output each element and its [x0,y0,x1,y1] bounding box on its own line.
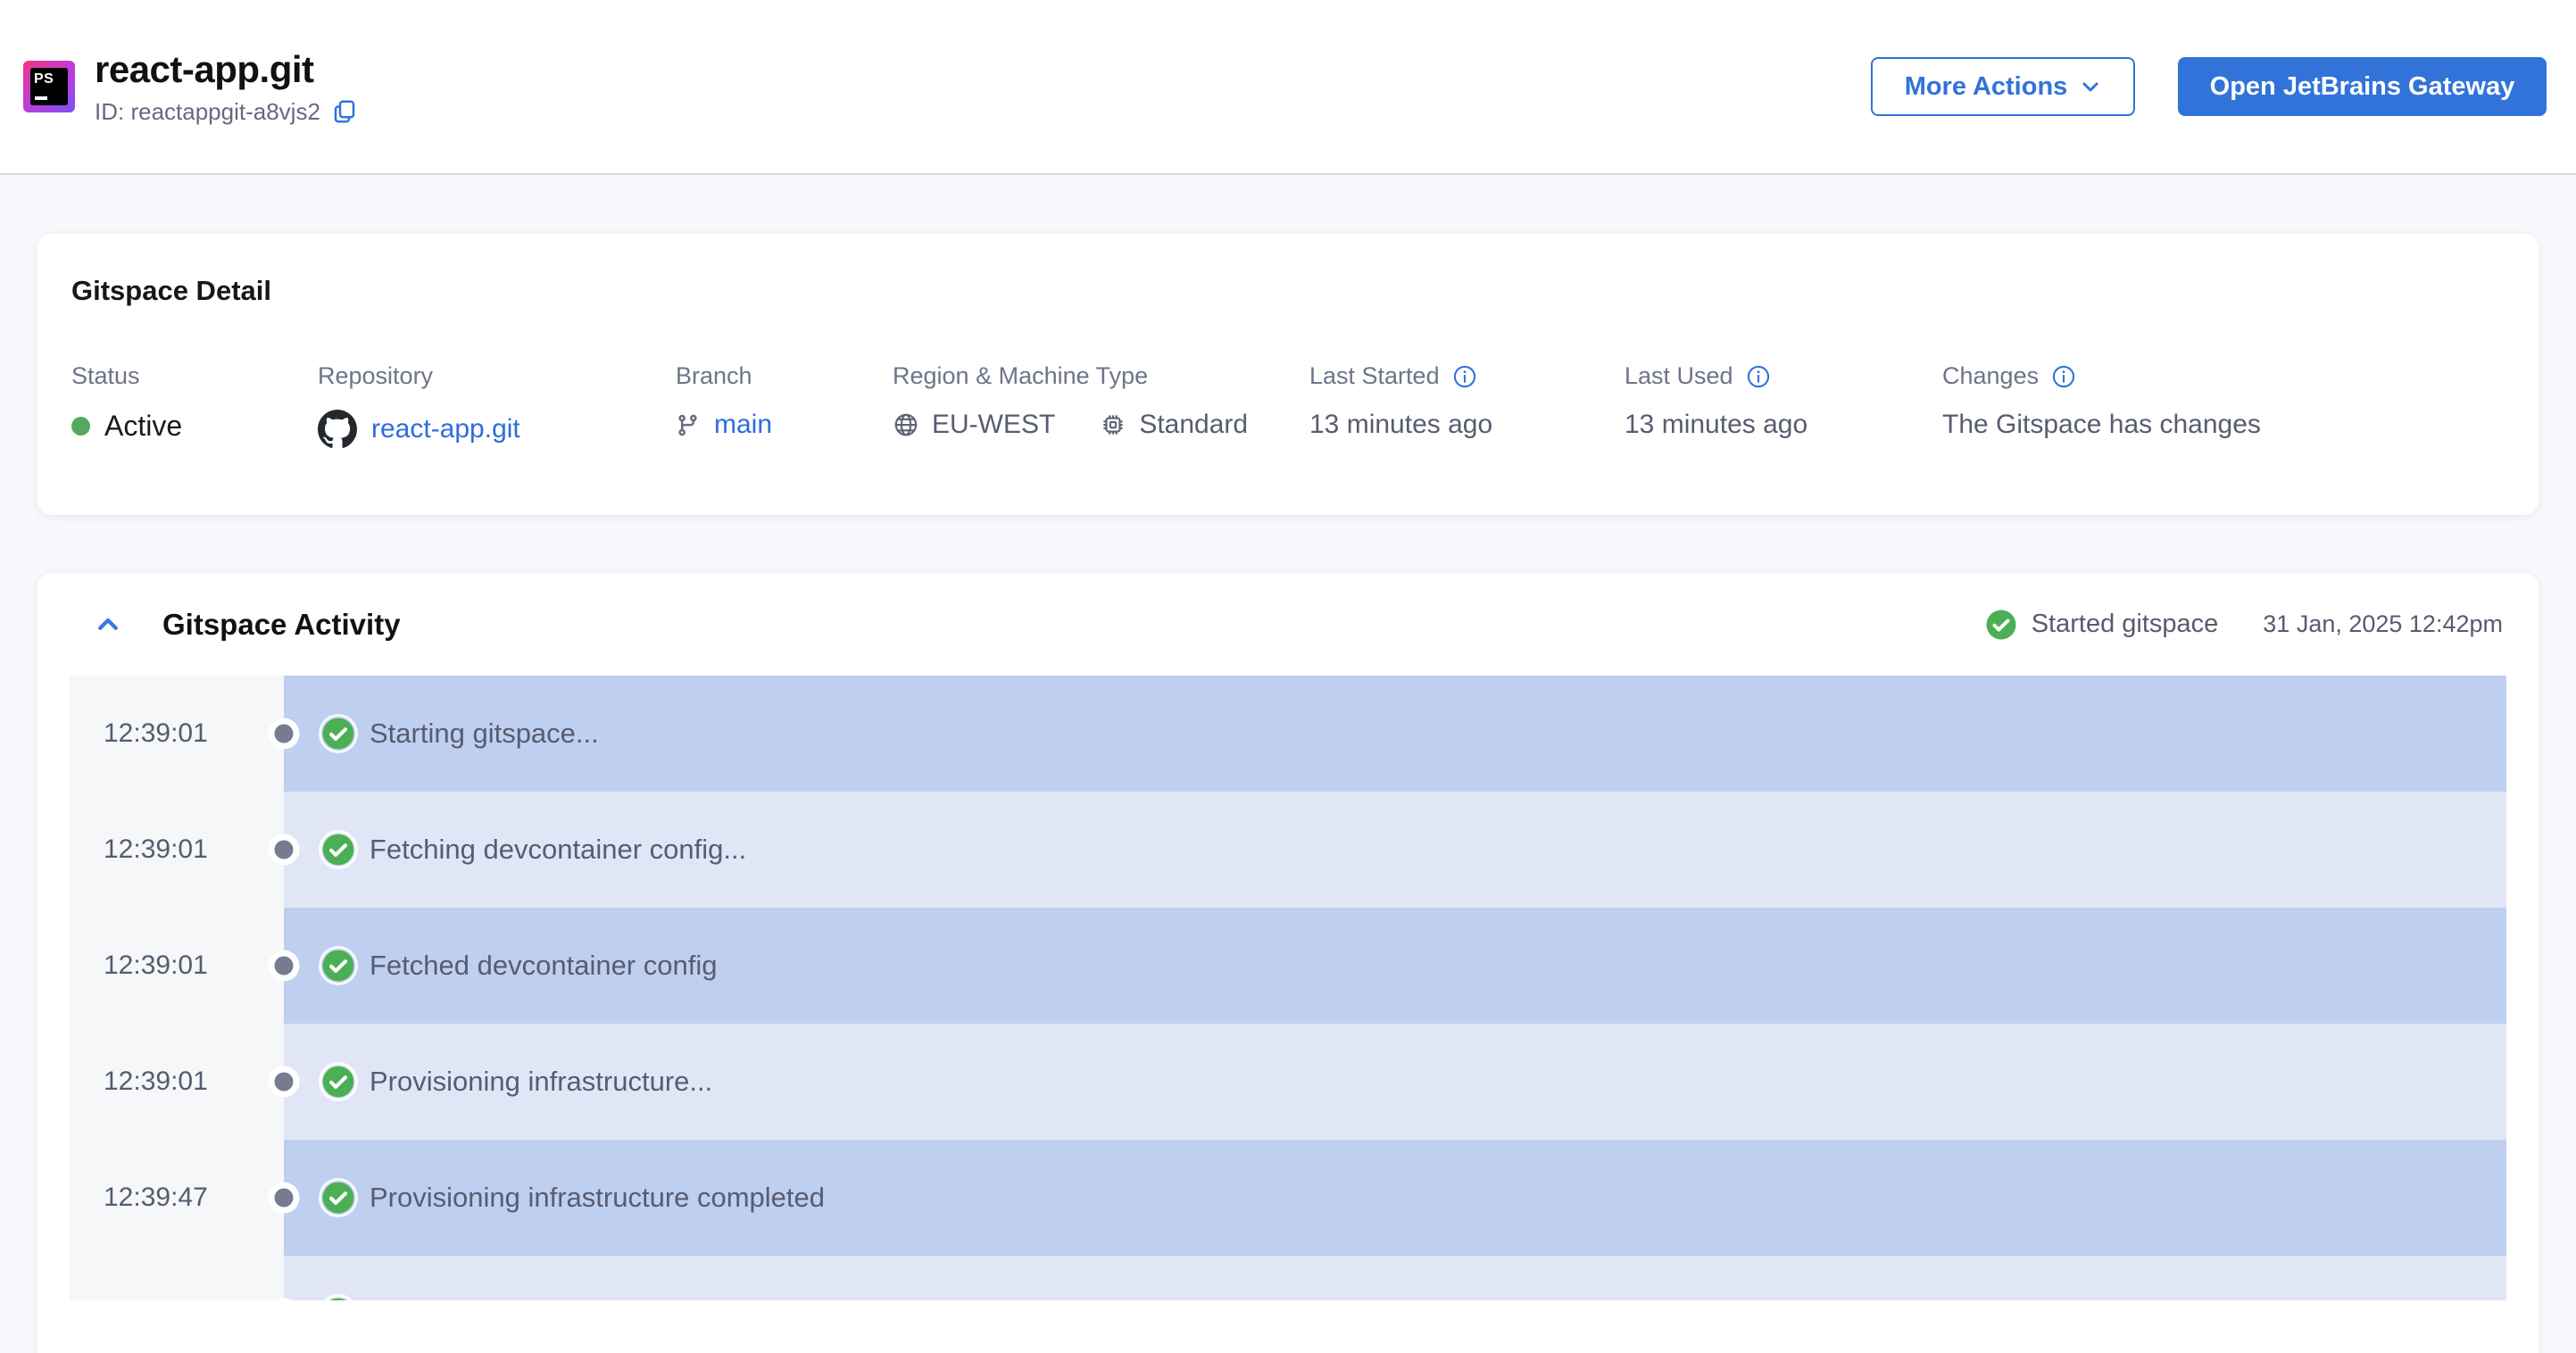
activity-status-text: Started gitspace [2031,610,2219,638]
timeline-dot-icon [274,840,294,859]
activity-log-row[interactable]: 12:39:01 Fetching devcontainer config... [70,792,2506,908]
log-timestamp: 12:39:47 [70,1140,284,1256]
log-timestamp: 12:39:01 [70,1024,284,1140]
last-used-label: Last Used [1625,362,1733,389]
globe-icon [893,411,919,438]
log-message: Starting gitspace... [284,676,2506,792]
detail-card-title: Gitspace Detail [71,275,271,306]
phpstorm-logo-icon: PS [23,61,75,112]
log-message: Fetching devcontainer config... [284,792,2506,908]
info-icon[interactable] [1452,364,1477,389]
success-check-icon [321,1065,355,1099]
region-machine-label: Region & Machine Type [893,362,1149,389]
success-check-icon [321,1181,355,1215]
success-check-icon [321,833,355,867]
gitspace-id: ID: reactappgit-a8vjs2 [95,97,320,125]
info-icon[interactable] [1746,364,1771,389]
log-timestamp: 12:39:01 [70,676,284,792]
success-check-icon [321,1297,355,1300]
log-message: Fetched devcontainer config [284,908,2506,1024]
changes-value: The Gitspace has changes [1942,410,2261,439]
log-timestamp: 12:39:48 [70,1256,284,1300]
log-message-text: Provisioning infrastructure... [370,1066,713,1097]
machine-type-icon [1100,411,1126,438]
last-started-label: Last Started [1309,362,1440,389]
github-icon [318,410,357,449]
collapse-chevron-up-icon[interactable] [95,611,121,638]
changes-label: Changes [1942,362,2040,389]
branch-link[interactable]: main [714,410,772,440]
repository-label: Repository [318,362,434,389]
log-message-text: Fetched devcontainer config [370,950,718,981]
region-value: EU-WEST [932,410,1056,439]
log-message-text: Fetching devcontainer config... [370,834,747,865]
activity-log-row[interactable]: 12:39:01 Fetched devcontainer config [70,908,2506,1024]
last-started-value: 13 minutes ago [1309,410,1493,439]
chevron-down-icon [2080,76,2101,97]
success-check-icon [321,717,355,751]
status-value: Active [104,410,183,442]
activity-card-title: Gitspace Activity [162,607,401,641]
log-message: Connecting to the gitspace agent... [284,1256,2506,1300]
timeline-dot-icon [274,1072,294,1092]
page-title: react-app.git [95,47,314,90]
status-active-dot-icon [71,417,90,436]
last-used-value: 13 minutes ago [1625,410,1808,439]
timeline-dot-icon [274,724,294,743]
copy-icon[interactable] [331,98,358,125]
page-header: PS react-app.git ID: reactappgit-a8vjs2 … [0,0,2576,175]
git-branch-icon [676,413,700,437]
gitspace-detail-card: Gitspace Detail Status Active Repository [37,234,2539,515]
branch-label: Branch [676,362,752,389]
log-timestamp: 12:39:01 [70,792,284,908]
more-actions-button[interactable]: More Actions [1871,57,2135,116]
log-message-text: Connecting to the gitspace agent... [370,1298,797,1300]
activity-log-row[interactable]: 12:39:01 Starting gitspace... [70,676,2506,792]
repository-link[interactable]: react-app.git [371,414,520,444]
activity-log-row[interactable]: 12:39:48 Connecting to the gitspace agen… [70,1256,2506,1300]
activity-log-row[interactable]: 12:39:47 Provisioning infrastructure com… [70,1140,2506,1256]
machine-type-value: Standard [1139,410,1249,439]
activity-started-date: 31 Jan, 2025 12:42pm [2263,610,2503,637]
log-message-text: Provisioning infrastructure completed [370,1182,826,1213]
log-timestamp: 12:39:01 [70,908,284,1024]
log-message: Provisioning infrastructure completed [284,1140,2506,1256]
status-label: Status [71,362,140,389]
log-message: Provisioning infrastructure... [284,1024,2506,1140]
timeline-dot-icon [274,956,294,975]
gitspace-activity-card: Gitspace Activity Started gitspace 31 Ja… [37,573,2539,1353]
info-icon[interactable] [2051,364,2076,389]
open-jetbrains-gateway-button[interactable]: Open JetBrains Gateway [2178,57,2547,116]
success-check-icon [1985,609,2017,641]
activity-log: 12:39:01 Starting gitspace... 12:39:01 F… [70,676,2506,1300]
logo-ps-text: PS [34,71,54,87]
timeline-dot-icon [274,1188,294,1208]
log-message-text: Starting gitspace... [370,718,599,749]
success-check-icon [321,949,355,983]
activity-log-row[interactable]: 12:39:01 Provisioning infrastructure... [70,1024,2506,1140]
